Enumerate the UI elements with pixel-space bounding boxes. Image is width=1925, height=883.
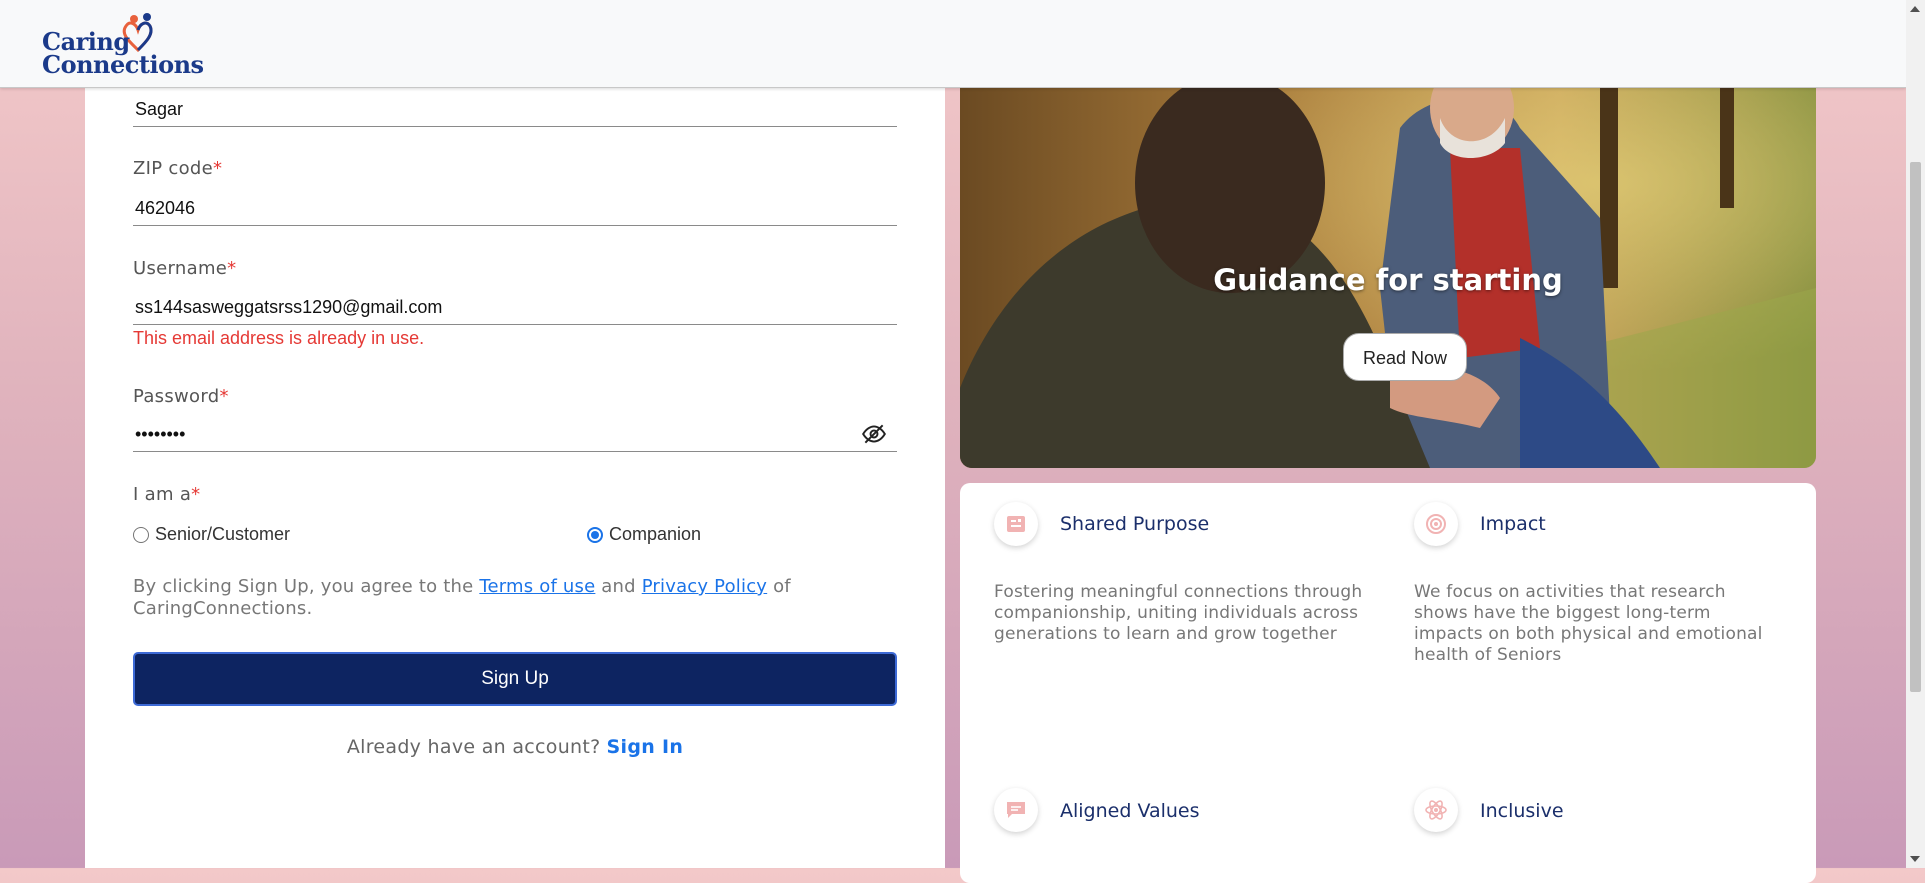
radio-senior-label: Senior/Customer <box>155 524 291 544</box>
radio-companion[interactable]: Companion <box>587 524 701 545</box>
scrollbar-thumb[interactable] <box>1910 162 1921 692</box>
required-mark: * <box>213 158 223 179</box>
hero-banner: Guidance for starting Read Now <box>960 88 1816 468</box>
scroll-up-arrow-icon[interactable] <box>1910 6 1920 12</box>
terms-text: By clicking Sign Up, you agree to the Te… <box>133 576 873 620</box>
radio-senior-customer[interactable]: Senior/Customer <box>133 524 290 545</box>
zip-input[interactable] <box>133 192 897 226</box>
role-label: I am a* <box>133 484 200 505</box>
terms-prefix: By clicking Sign Up, you agree to the <box>133 576 474 597</box>
feature-desc-shared-purpose: Fostering meaningful connections through… <box>994 582 1363 644</box>
username-error: This email address is already in use. <box>133 328 425 348</box>
features-card: Shared Purpose Fostering meaningful conn… <box>960 483 1816 883</box>
list-icon <box>994 502 1038 546</box>
privacy-policy-link[interactable]: Privacy Policy <box>642 576 767 597</box>
password-input[interactable] <box>133 418 897 452</box>
scroll-down-arrow-icon[interactable] <box>1910 856 1920 862</box>
signup-form-panel: ZIP code* Username* This email address i… <box>85 88 945 868</box>
password-label-text: Password <box>133 386 220 407</box>
sign-up-button[interactable]: Sign Up <box>133 652 897 706</box>
top-header: Caring Connections <box>0 0 1906 88</box>
sign-in-link[interactable]: Sign In <box>607 736 684 758</box>
caring-connections-logo[interactable]: Caring Connections <box>40 12 204 78</box>
target-icon <box>1414 502 1458 546</box>
page-scrollbar[interactable] <box>1906 0 1925 868</box>
hero-title: Guidance for starting <box>1213 263 1563 297</box>
username-label-text: Username <box>133 258 228 279</box>
username-label: Username* <box>133 258 236 279</box>
chat-icon <box>994 788 1038 832</box>
logo-wordmark: Caring Connections <box>42 30 204 79</box>
feature-title-shared-purpose: Shared Purpose <box>1060 513 1210 535</box>
city-input[interactable] <box>133 93 897 127</box>
feature-desc-impact: We focus on activities that research sho… <box>1414 582 1763 665</box>
radio-companion-label: Companion <box>609 524 702 544</box>
radio-senior-circle[interactable] <box>133 526 149 543</box>
required-mark: * <box>219 386 229 407</box>
password-label: Password* <box>133 386 229 407</box>
terms-of-use-link[interactable]: Terms of use <box>479 576 595 597</box>
terms-and: and <box>601 576 636 597</box>
signin-prompt: Already have an account? <box>346 736 601 758</box>
logo-line-2: Connections <box>42 50 204 79</box>
feature-title-aligned-values: Aligned Values <box>1060 800 1200 822</box>
feature-title-inclusive: Inclusive <box>1480 800 1564 822</box>
read-now-button[interactable]: Read Now <box>1343 333 1467 381</box>
signin-row: Already have an account? Sign In <box>85 736 945 758</box>
atom-icon <box>1414 788 1458 832</box>
role-label-text: I am a <box>133 484 192 505</box>
hide-password-icon[interactable] <box>861 421 887 447</box>
required-mark: * <box>191 484 201 505</box>
radio-companion-circle[interactable] <box>587 526 603 543</box>
required-mark: * <box>227 258 237 279</box>
zip-label-text: ZIP code <box>133 158 214 179</box>
username-input[interactable] <box>133 291 897 325</box>
feature-title-impact: Impact <box>1480 513 1546 535</box>
zip-label: ZIP code* <box>133 158 222 179</box>
